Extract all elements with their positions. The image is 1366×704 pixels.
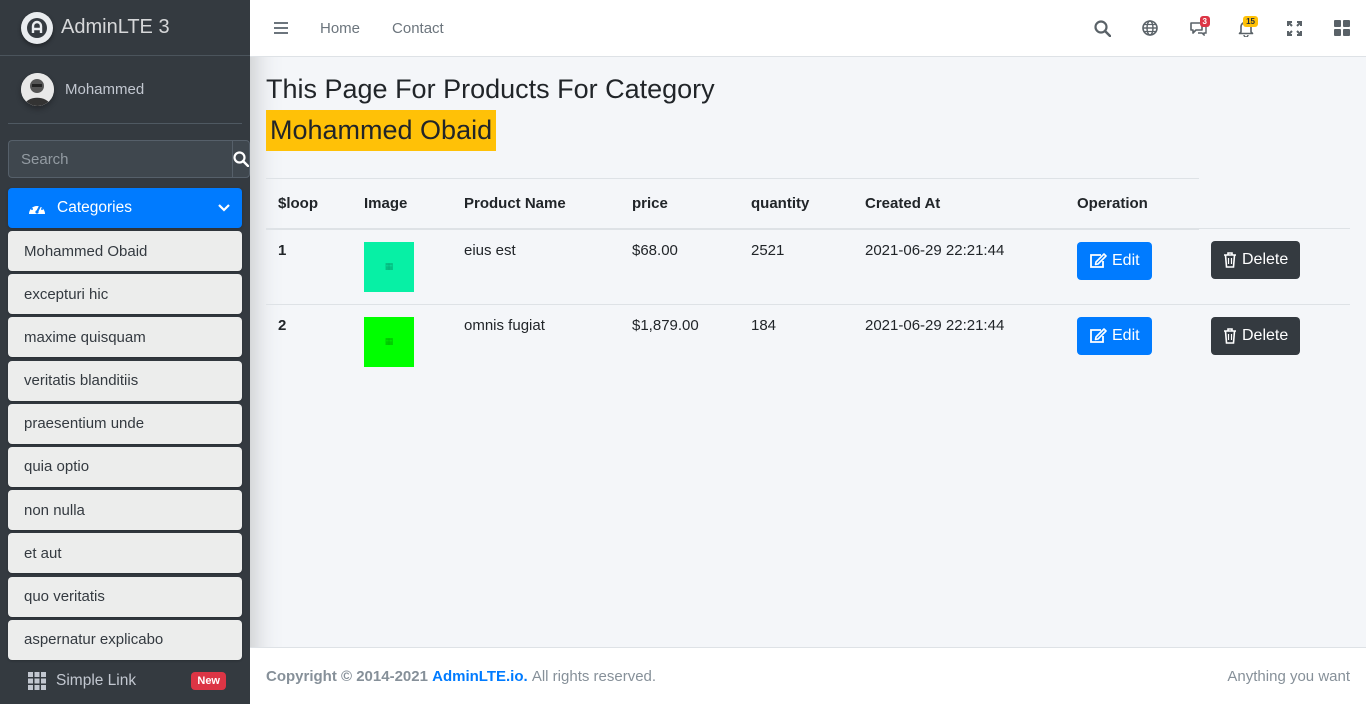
- column-header: Created At: [853, 178, 1065, 230]
- category-item[interactable]: veritatis blanditiis: [8, 360, 242, 401]
- edit-button[interactable]: Edit: [1077, 316, 1152, 355]
- nav-item-label: Categories: [57, 199, 132, 216]
- category-item[interactable]: excepturi hic: [8, 274, 242, 315]
- trash-icon: [1224, 252, 1236, 268]
- product-image: ▦: [364, 316, 414, 367]
- category-item[interactable]: quo veritatis: [8, 576, 242, 617]
- fullscreen-button[interactable]: [1270, 0, 1318, 56]
- column-header: Image: [352, 178, 452, 230]
- delete-button[interactable]: Delete: [1211, 316, 1301, 355]
- delete-label: Delete: [1242, 251, 1289, 268]
- sidebar-search: [8, 140, 250, 178]
- column-header: $loop: [266, 178, 352, 230]
- table-header-row: $loop Image Product Name price quantity …: [266, 178, 1350, 230]
- adminlte-link[interactable]: AdminLTE.io.: [432, 668, 528, 685]
- nav-item-categories[interactable]: Categories: [8, 188, 242, 228]
- created-at: 2021-06-29 22:21:44: [853, 228, 1065, 304]
- delete-label: Delete: [1242, 326, 1289, 344]
- column-header: quantity: [739, 178, 853, 230]
- category-item[interactable]: praesentium unde: [8, 403, 242, 444]
- edit-label: Edit: [1112, 251, 1140, 269]
- control-sidebar-button[interactable]: [1318, 0, 1366, 56]
- main-footer: Copyright © 2014-2021 AdminLTE.io. All r…: [250, 647, 1366, 704]
- globe-icon: [1142, 20, 1158, 36]
- delete-cell: Delete: [1199, 228, 1350, 304]
- column-header: Operation: [1065, 178, 1199, 230]
- column-header-empty: [1199, 179, 1350, 229]
- product-name: eius est: [452, 228, 620, 304]
- edit-cell: Edit: [1065, 303, 1199, 379]
- copyright-text: Copyright © 2014-2021: [266, 667, 428, 685]
- category-name-highlight: Mohammed Obaid: [266, 110, 497, 151]
- category-item[interactable]: quia optio: [8, 446, 242, 487]
- dashboard-icon: [29, 204, 45, 214]
- product-quantity: 184: [739, 303, 853, 379]
- notifications-button[interactable]: 15: [1222, 0, 1270, 56]
- created-at: 2021-06-29 22:21:44: [853, 303, 1065, 379]
- nav-link-home[interactable]: Home: [320, 20, 360, 37]
- edit-icon: [1090, 327, 1107, 343]
- grid-icon: [28, 672, 46, 690]
- language-button[interactable]: [1126, 0, 1174, 56]
- category-list: Mohammed Obaid excepturi hic maxime quis…: [8, 231, 242, 660]
- category-item[interactable]: et aut: [8, 533, 242, 574]
- search-icon: [233, 151, 249, 167]
- brand-link[interactable]: AdminLTE 3: [0, 0, 250, 56]
- category-item[interactable]: non nulla: [8, 490, 242, 531]
- column-header: Product Name: [452, 178, 620, 230]
- search-icon: [1093, 19, 1111, 37]
- product-name: omnis fugiat: [452, 303, 620, 379]
- main-sidebar: AdminLTE 3 Mohammed Categories Mohammed …: [0, 0, 250, 704]
- trash-icon: [1224, 327, 1236, 344]
- user-panel: Mohammed: [8, 56, 242, 124]
- row-index: 2: [266, 303, 352, 379]
- category-item[interactable]: aspernatur explicabo: [8, 619, 242, 660]
- chevron-down-icon: [218, 204, 230, 212]
- row-index: 1: [266, 228, 352, 304]
- footer-right-text: Anything you want: [1227, 667, 1350, 685]
- delete-button[interactable]: Delete: [1211, 241, 1301, 279]
- image-cell: ▦: [352, 228, 452, 304]
- edit-label: Edit: [1112, 326, 1140, 344]
- nav-item-simple-link[interactable]: Simple Link New: [8, 661, 242, 701]
- new-badge: New: [191, 672, 226, 690]
- product-quantity: 2521: [739, 228, 853, 304]
- nav-item-label: Simple Link: [56, 672, 137, 689]
- nav-link-contact[interactable]: Contact: [392, 20, 444, 37]
- brand-text: AdminLTE 3: [61, 16, 170, 38]
- top-navbar: Home Contact 3 15: [250, 0, 1366, 57]
- content-wrapper: This Page For Products For Category Moha…: [266, 57, 1350, 379]
- category-item[interactable]: maxime quisquam: [8, 317, 242, 358]
- product-price: $68.00: [620, 228, 739, 304]
- hamburger-menu-icon[interactable]: [274, 22, 288, 34]
- delete-cell: Delete: [1199, 303, 1350, 379]
- category-item[interactable]: Mohammed Obaid: [8, 231, 242, 271]
- messages-button[interactable]: 3: [1174, 0, 1222, 56]
- table-row: 2 ▦ omnis fugiat $1,879.00 184 2021-06-2…: [266, 303, 1350, 379]
- user-avatar[interactable]: [21, 73, 54, 106]
- brand-logo-icon: [21, 11, 53, 44]
- page-title: This Page For Products For Category: [266, 74, 715, 104]
- image-cell: ▦: [352, 303, 452, 379]
- expand-icon: [1286, 20, 1302, 36]
- column-header: price: [620, 178, 739, 230]
- edit-cell: Edit: [1065, 228, 1199, 304]
- product-image: ▦: [364, 241, 414, 292]
- navbar-search-button[interactable]: [1078, 0, 1126, 56]
- search-button[interactable]: [232, 140, 250, 178]
- th-large-icon: [1334, 20, 1350, 36]
- search-input[interactable]: [8, 140, 232, 178]
- product-price: $1,879.00: [620, 303, 739, 379]
- user-name[interactable]: Mohammed: [65, 81, 144, 98]
- notifications-count-badge: 15: [1243, 16, 1258, 27]
- edit-icon: [1090, 252, 1107, 268]
- products-table: $loop Image Product Name price quantity …: [266, 178, 1350, 379]
- table-row: 1 ▦ eius est $68.00 2521 2021-06-29 22:2…: [266, 228, 1350, 304]
- rights-text: All rights reserved.: [531, 667, 657, 685]
- edit-button[interactable]: Edit: [1077, 241, 1152, 280]
- messages-count-badge: 3: [1199, 16, 1210, 27]
